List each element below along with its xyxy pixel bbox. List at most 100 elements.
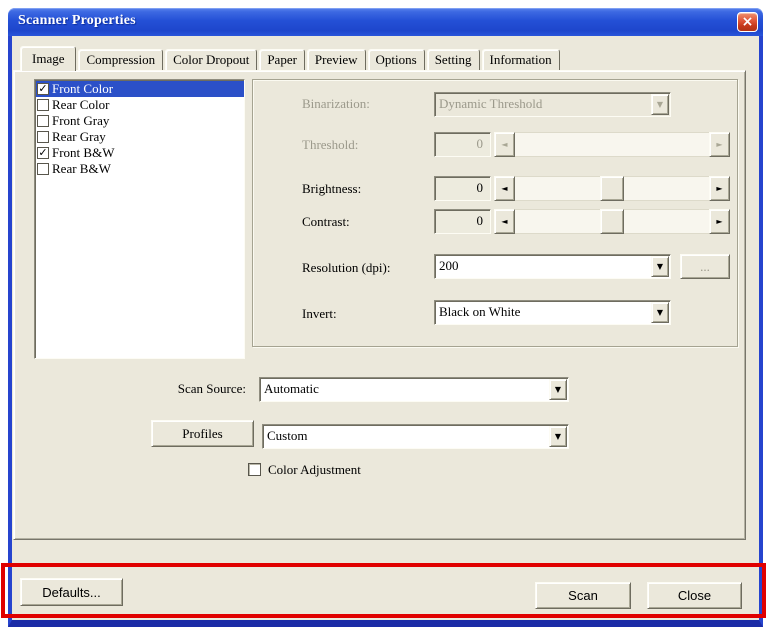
contrast-scrollbar[interactable]: ◄ ► bbox=[494, 209, 730, 234]
tab-label: Image bbox=[32, 51, 65, 66]
threshold-value-box: 0 bbox=[434, 132, 491, 157]
tab-label: Options bbox=[375, 52, 417, 67]
check-icon: ✓ bbox=[38, 146, 48, 159]
list-item-front-bw[interactable]: ✓ Front B&W bbox=[36, 145, 244, 161]
profiles-button[interactable]: Profiles bbox=[151, 420, 254, 447]
tab-paper[interactable]: Paper bbox=[259, 49, 305, 70]
brightness-slider-thumb[interactable] bbox=[600, 176, 624, 201]
profiles-value: Custom bbox=[267, 428, 308, 443]
threshold-label: Threshold: bbox=[302, 137, 359, 152]
binarization-label: Binarization: bbox=[302, 96, 370, 111]
scroll-left-button[interactable]: ◄ bbox=[494, 176, 515, 201]
arrow-left-icon: ◄ bbox=[501, 139, 508, 149]
brightness-label: Brightness: bbox=[302, 181, 362, 196]
list-item-rear-color[interactable]: ✓ Rear Color bbox=[36, 97, 244, 113]
defaults-button[interactable]: Defaults... bbox=[20, 578, 123, 606]
chevron-down-icon: ▼ bbox=[656, 261, 664, 271]
binarization-dropdown-button: ▼ bbox=[651, 94, 669, 115]
profiles-dropdown[interactable]: Custom ▼ bbox=[262, 424, 569, 449]
close-window-button[interactable]: × bbox=[737, 12, 758, 32]
resolution-dropdown-button[interactable]: ▼ bbox=[651, 256, 669, 277]
tab-information[interactable]: Information bbox=[481, 49, 560, 70]
tab-label: Preview bbox=[314, 52, 358, 67]
arrow-left-icon: ◄ bbox=[501, 216, 508, 226]
tab-setting[interactable]: Setting bbox=[426, 49, 480, 70]
tab-options[interactable]: Options bbox=[367, 49, 425, 70]
scrollbar-track bbox=[515, 132, 709, 157]
scroll-right-button[interactable]: ► bbox=[709, 176, 730, 201]
tab-compression[interactable]: Compression bbox=[78, 49, 164, 70]
invert-value: Black on White bbox=[439, 304, 521, 319]
tab-color-dropout[interactable]: Color Dropout bbox=[165, 49, 258, 70]
image-tab-page: ✓ Front Color ✓ Rear Color ✓ Front Gray bbox=[13, 70, 746, 540]
list-item-label: Front Gray bbox=[52, 113, 110, 128]
checkbox-rear-bw[interactable]: ✓ bbox=[37, 163, 49, 175]
color-adjustment-checkbox[interactable] bbox=[248, 463, 261, 476]
resolution-label: Resolution (dpi): bbox=[302, 260, 391, 275]
scan-source-dropdown[interactable]: Automatic ▼ bbox=[259, 377, 569, 402]
chevron-down-icon: ▼ bbox=[656, 99, 664, 109]
invert-dropdown[interactable]: Black on White ▼ bbox=[434, 300, 671, 325]
invert-dropdown-button[interactable]: ▼ bbox=[651, 302, 669, 323]
checkbox-front-gray[interactable]: ✓ bbox=[37, 115, 49, 127]
binarization-value: Dynamic Threshold bbox=[439, 96, 543, 111]
scroll-right-button: ► bbox=[709, 132, 730, 157]
list-item-label: Front B&W bbox=[52, 145, 115, 160]
window-title: Scanner Properties bbox=[18, 13, 136, 28]
list-item-rear-gray[interactable]: ✓ Rear Gray bbox=[36, 129, 244, 145]
arrow-right-icon: ► bbox=[716, 139, 723, 149]
list-item-label: Rear Gray bbox=[52, 129, 106, 144]
close-button[interactable]: Close bbox=[647, 582, 742, 609]
resolution-value: 200 bbox=[439, 258, 459, 273]
list-item-label: Rear Color bbox=[52, 97, 110, 112]
close-icon: × bbox=[741, 13, 754, 30]
check-icon: ✓ bbox=[38, 82, 48, 95]
arrow-right-icon: ► bbox=[716, 216, 723, 226]
scan-button[interactable]: Scan bbox=[535, 582, 631, 609]
scroll-left-button: ◄ bbox=[494, 132, 515, 157]
resolution-more-button[interactable]: ... bbox=[680, 254, 730, 279]
brightness-value-box: 0 bbox=[434, 176, 491, 201]
invert-label: Invert: bbox=[302, 306, 337, 321]
list-item-label: Front Color bbox=[52, 81, 114, 96]
list-item-front-color[interactable]: ✓ Front Color bbox=[36, 81, 244, 97]
checkbox-rear-gray[interactable]: ✓ bbox=[37, 131, 49, 143]
chevron-down-icon: ▼ bbox=[554, 431, 562, 441]
scan-source-dropdown-button[interactable]: ▼ bbox=[549, 379, 567, 400]
tab-label: Color Dropout bbox=[173, 52, 250, 67]
image-selection-list[interactable]: ✓ Front Color ✓ Rear Color ✓ Front Gray bbox=[34, 79, 245, 359]
tab-image[interactable]: Image bbox=[20, 46, 77, 71]
desktop: Scanner Properties × Image Compression C… bbox=[0, 0, 771, 629]
tab-label: Setting bbox=[434, 52, 472, 67]
arrow-left-icon: ◄ bbox=[501, 183, 508, 193]
tab-label: Information bbox=[489, 52, 552, 67]
arrow-right-icon: ► bbox=[716, 183, 723, 193]
tab-label: Paper bbox=[267, 52, 297, 67]
scrollbar-track[interactable] bbox=[515, 209, 709, 234]
profiles-dropdown-button[interactable]: ▼ bbox=[549, 426, 567, 447]
checkbox-front-color[interactable]: ✓ bbox=[37, 83, 49, 95]
contrast-value-box: 0 bbox=[434, 209, 491, 234]
resolution-dropdown[interactable]: 200 ▼ bbox=[434, 254, 671, 279]
scroll-right-button[interactable]: ► bbox=[709, 209, 730, 234]
contrast-slider-thumb[interactable] bbox=[600, 209, 624, 234]
tab-label: Compression bbox=[86, 52, 156, 67]
brightness-scrollbar[interactable]: ◄ ► bbox=[494, 176, 730, 201]
chevron-down-icon: ▼ bbox=[554, 384, 562, 394]
list-item-rear-bw[interactable]: ✓ Rear B&W bbox=[36, 161, 244, 177]
list-item-front-gray[interactable]: ✓ Front Gray bbox=[36, 113, 244, 129]
scroll-left-button[interactable]: ◄ bbox=[494, 209, 515, 234]
scrollbar-track[interactable] bbox=[515, 176, 709, 201]
titlebar[interactable]: Scanner Properties × bbox=[8, 8, 763, 36]
binarization-dropdown: Dynamic Threshold ▼ bbox=[434, 92, 671, 117]
scanner-properties-dialog: Scanner Properties × Image Compression C… bbox=[8, 8, 763, 627]
scan-source-value: Automatic bbox=[264, 381, 319, 396]
checkbox-front-bw[interactable]: ✓ bbox=[37, 147, 49, 159]
scan-source-label: Scan Source: bbox=[177, 381, 246, 396]
tab-preview[interactable]: Preview bbox=[306, 49, 366, 70]
settings-group: Binarization: Dynamic Threshold ▼ Thresh… bbox=[252, 79, 738, 347]
dialog-body: Image Compression Color Dropout Paper Pr… bbox=[8, 36, 763, 627]
threshold-scrollbar: ◄ ► bbox=[494, 132, 730, 157]
chevron-down-icon: ▼ bbox=[656, 307, 664, 317]
checkbox-rear-color[interactable]: ✓ bbox=[37, 99, 49, 111]
